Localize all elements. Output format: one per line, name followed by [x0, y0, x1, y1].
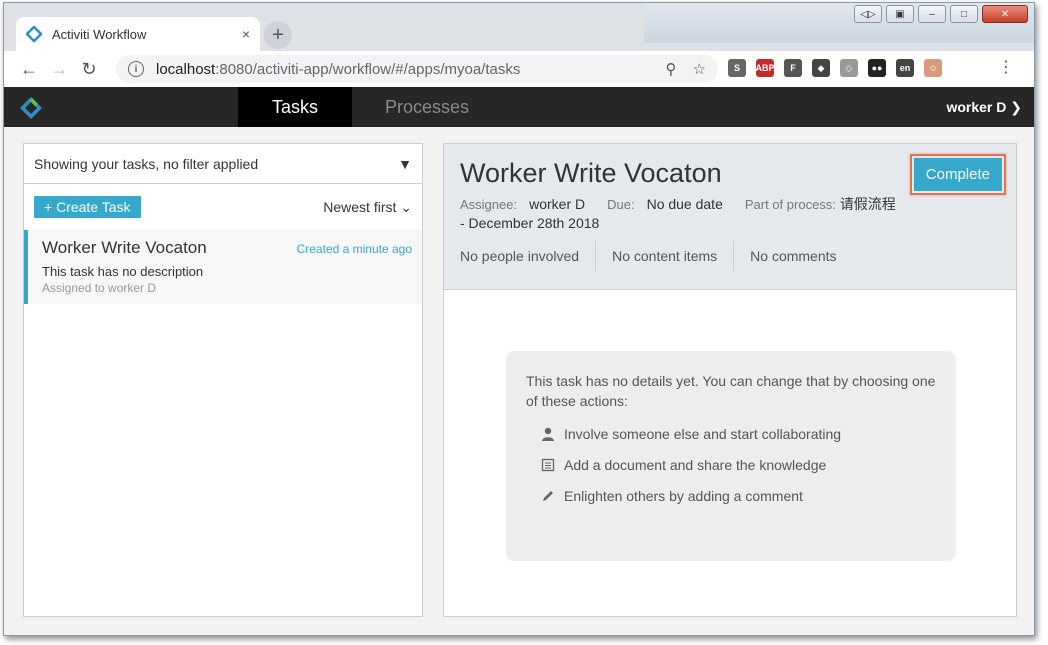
list-item[interactable]: Worker Write Vocaton Created a minute ag…: [24, 230, 422, 304]
tab-tasks-label: Tasks: [271, 96, 318, 117]
extension-icons: S ABP F ◆ ◇ ●● en ☺: [728, 59, 942, 77]
tab-close-icon[interactable]: ×: [242, 26, 250, 42]
user-name: worker D: [946, 99, 1007, 115]
extension-icon[interactable]: ABP: [756, 59, 775, 77]
extension-icon[interactable]: ☺: [924, 59, 942, 77]
pencil-icon: [540, 488, 556, 504]
browser-menu-icon[interactable]: ⋮: [998, 59, 1014, 77]
chevron-down-icon: ❯: [1010, 99, 1022, 115]
task-detail-panel: Worker Write Vocaton Assignee: worker D Du…: [443, 143, 1017, 617]
empty-state-box: This task has no details yet. You can ch…: [506, 351, 956, 561]
content-items-tab[interactable]: No content items: [596, 241, 735, 271]
add-comment-action[interactable]: Enlighten others by adding a comment: [526, 488, 936, 504]
bookmark-star-icon[interactable]: ☆: [693, 60, 706, 78]
people-involved-tab[interactable]: No people involved: [444, 241, 597, 271]
filter-text: Showing your tasks, no filter applied: [34, 155, 259, 172]
task-item-assignee: Assigned to worker D: [42, 281, 157, 295]
site-info-icon[interactable]: i: [128, 61, 144, 77]
app-header: Tasks Processes worker D ❯: [4, 87, 1034, 133]
user-menu[interactable]: worker D ❯: [946, 99, 1022, 116]
create-task-button[interactable]: + Create Task: [34, 196, 141, 218]
empty-state-intro: This task has no details yet. You can ch…: [526, 373, 936, 409]
window-controls: ◁▷ ▣ – □ ✕: [854, 5, 1028, 23]
window-close-button[interactable]: ✕: [982, 5, 1028, 23]
task-item-description: This task has no description: [42, 264, 204, 279]
back-arrow-icon[interactable]: ←: [14, 59, 44, 80]
activiti-logo-icon[interactable]: [20, 97, 42, 119]
window-maximize-button[interactable]: □: [950, 5, 978, 23]
tab-processes-label: Processes: [384, 96, 470, 117]
main-content: Showing your tasks, no filter applied ▼ …: [4, 127, 1034, 635]
extension-icon[interactable]: ●●: [868, 59, 886, 77]
url-host: localhost: [156, 60, 216, 78]
sort-label: Newest first: [323, 198, 397, 215]
tab-tasks[interactable]: Tasks: [238, 87, 352, 133]
due-value[interactable]: No due date: [647, 196, 723, 212]
document-icon: [540, 457, 556, 473]
task-item-created: Created a minute ago: [296, 242, 412, 256]
extension-icon[interactable]: en: [896, 59, 914, 77]
address-bar[interactable]: i localhost :8080/activiti-app/workflow/…: [116, 55, 718, 83]
tab-title: Activiti Workflow: [52, 26, 147, 42]
url-path: :8080/activiti-app/workflow/#/apps/myoa/…: [215, 60, 521, 78]
search-icon[interactable]: ⚲: [666, 60, 677, 78]
filter-bar[interactable]: Showing your tasks, no filter applied ▼: [24, 144, 422, 184]
add-comment-action-label: Enlighten others by adding a comment: [564, 488, 803, 504]
extension-icon[interactable]: ◇: [840, 59, 858, 77]
involve-action[interactable]: Involve someone else and start collabora…: [526, 426, 936, 442]
browser-tab[interactable]: Activiti Workflow ×: [16, 17, 260, 51]
new-tab-button[interactable]: +: [264, 21, 292, 49]
add-document-action[interactable]: Add a document and share the knowledge: [526, 457, 936, 473]
due-label: Due:: [607, 197, 635, 212]
task-detail-meta: Assignee: worker D Due: No due date Part of …: [460, 195, 900, 233]
complete-highlight: Complete: [909, 154, 1006, 195]
window-restore-button[interactable]: ▣: [886, 5, 914, 23]
task-detail-tabs: No people involved No content items No c…: [444, 241, 853, 271]
assignee-value[interactable]: worker D: [529, 196, 585, 212]
add-document-action-label: Add a document and share the knowledge: [564, 457, 827, 473]
complete-button[interactable]: Complete: [913, 158, 1002, 191]
involve-action-label: Involve someone else and start collabora…: [564, 426, 842, 442]
sort-dropdown[interactable]: Newest first ⌄: [323, 199, 412, 216]
activiti-favicon-icon: [26, 26, 42, 42]
filter-icon[interactable]: ▼: [398, 156, 412, 172]
tab-processes[interactable]: Processes: [370, 87, 484, 127]
window-arrange-button[interactable]: ◁▷: [854, 5, 882, 23]
user-icon: [540, 426, 556, 442]
task-detail-header: Worker Write Vocaton Assignee: worker D Du…: [444, 144, 1016, 290]
task-list-panel: Showing your tasks, no filter applied ▼ …: [23, 143, 423, 617]
forward-arrow-icon[interactable]: →: [44, 59, 74, 80]
reload-icon[interactable]: ↻: [74, 59, 104, 80]
browser-toolbar: ← → ↻ i localhost :8080/activiti-app/wor…: [4, 51, 1034, 87]
process-label: Part of process:: [744, 197, 836, 212]
extension-icon[interactable]: F: [784, 59, 802, 77]
extension-icon[interactable]: ◆: [812, 59, 830, 77]
browser-window: ◁▷ ▣ – □ ✕ Activiti Workflow × + ← → ↻ i…: [3, 2, 1035, 636]
assignee-label: Assignee:: [460, 197, 518, 212]
chevron-down-icon: ⌄: [400, 198, 412, 215]
comments-tab[interactable]: No comments: [734, 241, 852, 271]
list-toolbar: + Create Task Newest first ⌄: [24, 184, 422, 230]
window-minimize-button[interactable]: –: [918, 5, 946, 23]
extension-icon[interactable]: S: [728, 59, 746, 77]
